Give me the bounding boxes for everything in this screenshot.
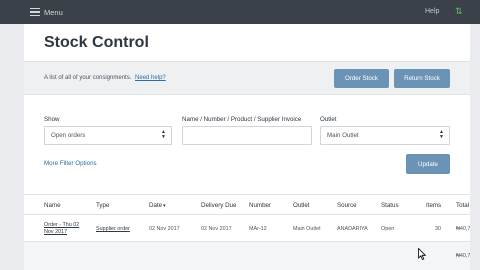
- order-type[interactable]: Supplier order: [96, 226, 130, 232]
- sync-status-icon[interactable]: ⇅: [455, 6, 463, 17]
- top-bar: Menu Help ⇅: [0, 0, 480, 24]
- table-row[interactable]: Order - Thu 02 Nov 2017 Supplier order 02…: [24, 214, 470, 242]
- column-header-outlet[interactable]: Outlet: [293, 202, 310, 209]
- show-select-value: Open orders: [51, 132, 86, 139]
- order-status: Open: [381, 226, 395, 232]
- column-header-total[interactable]: Total: [456, 202, 469, 209]
- outlet-select-value: Main Outlet: [327, 132, 359, 139]
- more-filter-options-link[interactable]: More Filter Options: [44, 160, 97, 167]
- column-header-date-label: Date: [149, 202, 163, 209]
- banner-text: A list of all of your consignments. Need…: [44, 75, 166, 81]
- column-header-status[interactable]: Status: [381, 202, 399, 209]
- table-header: Name Type Date▾ Delivery Due Number Outl…: [24, 194, 470, 214]
- order-items: 30: [435, 226, 441, 232]
- order-name-link[interactable]: Order - Thu 02 Nov 2017: [44, 222, 79, 236]
- column-header-source[interactable]: Source: [337, 202, 357, 209]
- show-select[interactable]: Open orders ▲ ▼: [44, 126, 172, 145]
- order-source: ANADARIYA: [337, 226, 368, 232]
- banner-description: A list of all of your consignments.: [44, 75, 132, 81]
- main-panel: Stock Control A list of all of your cons…: [24, 24, 470, 270]
- order-date: 02 Nov 2017: [149, 226, 180, 232]
- menu-label: Menu: [44, 7, 63, 17]
- search-filter-label: Name / Number / Product / Supplier Invoi…: [182, 116, 302, 123]
- order-stock-button[interactable]: Order Stock: [334, 69, 389, 88]
- select-arrows-icon: ▲ ▼: [439, 129, 444, 140]
- need-help-link[interactable]: Need help?: [135, 75, 166, 81]
- mouse-cursor-icon: [418, 248, 426, 260]
- column-header-type[interactable]: Type: [96, 202, 109, 209]
- help-link[interactable]: Help: [425, 8, 439, 15]
- column-header-date[interactable]: Date▾: [149, 202, 166, 209]
- order-delivery-due: 02 Nov 2017: [201, 226, 232, 232]
- sort-caret-icon: ▾: [163, 203, 166, 209]
- order-name-line1: Order - Thu 02: [44, 222, 80, 228]
- order-number: MAr-12: [249, 226, 267, 232]
- column-header-items[interactable]: Items: [426, 202, 441, 209]
- order-total: ₦40,7: [456, 226, 471, 232]
- outlet-filter-label: Outlet: [320, 116, 337, 123]
- select-arrows-icon: ▲ ▼: [161, 129, 166, 140]
- outlet-select[interactable]: Main Outlet ▲ ▼: [320, 126, 450, 145]
- column-header-number[interactable]: Number: [249, 202, 271, 209]
- column-header-name[interactable]: Name: [44, 202, 61, 209]
- update-button[interactable]: Update: [406, 154, 450, 174]
- footer-total: ₦40,7: [456, 253, 471, 259]
- hamburger-icon: [30, 8, 40, 16]
- left-gutter: [0, 24, 24, 270]
- info-banner: A list of all of your consignments. Need…: [24, 61, 470, 95]
- table-footer: ₦40,7: [24, 242, 470, 270]
- order-outlet: Main Outlet: [293, 226, 321, 232]
- column-header-delivery-due[interactable]: Delivery Due: [201, 202, 236, 209]
- menu-button[interactable]: Menu: [30, 5, 63, 19]
- search-input[interactable]: [182, 126, 312, 145]
- return-stock-button[interactable]: Return Stock: [394, 69, 450, 88]
- right-gutter: [470, 24, 480, 270]
- order-name-line2: Nov 2017: [44, 229, 68, 235]
- show-filter-label: Show: [44, 116, 60, 123]
- page-title: Stock Control: [44, 34, 149, 51]
